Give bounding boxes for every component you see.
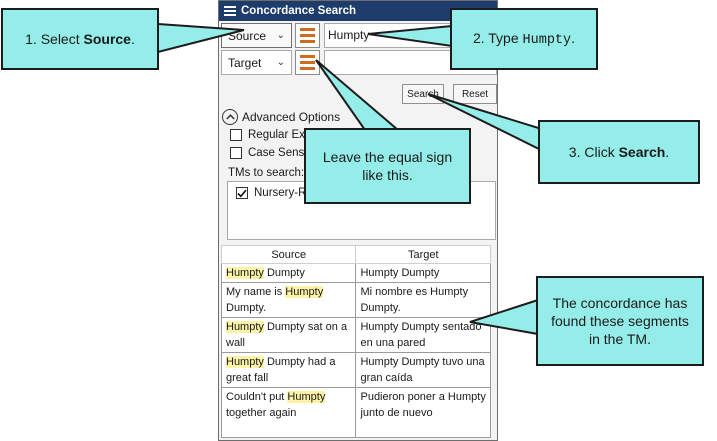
callout-equal-sign: Leave the equal sign like this.: [304, 128, 471, 204]
callout-pointer-2: [367, 24, 453, 48]
callout-step-2: 2. Type Humpty.: [450, 8, 598, 70]
callout-results: The concordance has found these segments…: [536, 276, 704, 366]
callout-pointer-4: [315, 59, 401, 131]
callout-step-1: 1. Select Source.: [1, 8, 159, 70]
callout-step-3: 3. Click Search.: [538, 120, 700, 184]
callout-pointer-5: [469, 298, 539, 336]
callout-pointer-1: [157, 22, 245, 54]
